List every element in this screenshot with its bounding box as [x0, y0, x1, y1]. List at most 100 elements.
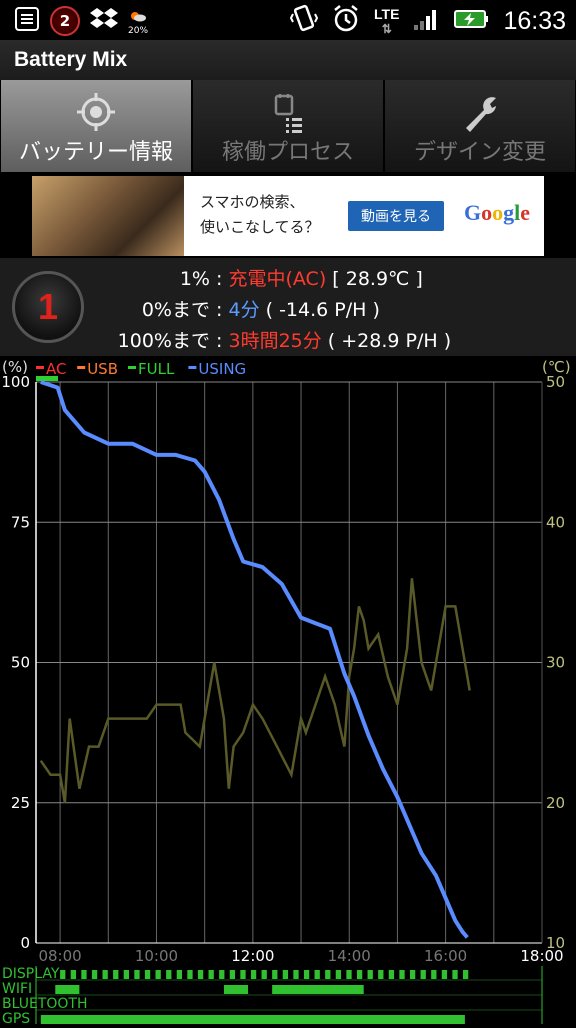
status-bar-right: LTE ⇅ 16:33 [289, 4, 566, 38]
app-title: Battery Mix [14, 48, 128, 71]
ad-banner[interactable]: スマホの検索、 使いこなしてる？ 動画を見る Google [32, 176, 544, 256]
track-segment [261, 970, 267, 979]
track-segment [388, 970, 395, 979]
network-type: LTE ⇅ [374, 7, 399, 36]
legend-swatch [128, 366, 136, 369]
track-segment [325, 970, 331, 979]
track-segment [223, 985, 249, 994]
legend-swatch [77, 366, 86, 369]
info-row-empty: 0%まで : 4分 ( -14.6 P/H ) [0, 295, 576, 322]
track-segment [81, 970, 87, 979]
wrench-icon [458, 90, 502, 134]
track-segment [356, 970, 363, 979]
y-left-tick-label: 100 [1, 373, 30, 391]
data-arrows-icon: ⇅ [381, 21, 392, 36]
x-tick-label: 08:00 [38, 947, 81, 965]
signal-icon [413, 7, 439, 35]
legend-item: USB [87, 360, 118, 378]
track-segment [60, 970, 66, 979]
track-segment [441, 970, 448, 979]
track-segment [399, 970, 405, 979]
temperature-line [39, 578, 471, 804]
track-segment [335, 970, 342, 979]
ad-text-line1: スマホの検索、 [200, 193, 305, 211]
x-tick-label: 18:00 [520, 947, 563, 965]
track-segment [240, 970, 246, 979]
time-to-empty-value: 4分 [228, 299, 260, 321]
x-tick-label: 12:00 [231, 947, 274, 965]
track-segment [303, 970, 310, 979]
y-left-tick-label: 75 [11, 513, 30, 531]
crosshair-icon [74, 90, 118, 134]
ad-photo [32, 176, 184, 256]
track-label: WIFI [2, 981, 32, 997]
weather-icon: 20% [128, 7, 148, 36]
row3-separator: : [210, 330, 229, 352]
track-segment [367, 970, 373, 979]
track-segment [314, 970, 320, 979]
alarm-icon [332, 4, 360, 38]
track-segment [102, 970, 108, 979]
process-list-icon [266, 90, 310, 134]
track-segment [113, 970, 119, 979]
time-to-full-label: 100%まで [117, 330, 210, 352]
charging-status: 充電中(AC) [228, 268, 327, 290]
track-segment [123, 970, 130, 979]
track-segment [176, 970, 183, 979]
row1-separator: : [210, 268, 229, 290]
tab-bar: バッテリー情報 稼働プロセス デザイン変更 [0, 80, 576, 172]
time-to-empty-label: 0%まで [141, 299, 210, 321]
discharge-rate: ( -14.6 P/H ) [259, 299, 380, 321]
y-left-tick-label: 25 [11, 794, 30, 812]
tab-design[interactable]: デザイン変更 [385, 80, 575, 172]
current-level-label: 1% [179, 268, 210, 290]
track-segment [272, 985, 364, 994]
status-bar-left: 2 20% [14, 6, 148, 36]
notification-count-badge: 2 [50, 6, 80, 36]
track-segment [70, 970, 76, 979]
track-segment [144, 970, 151, 979]
tab-battery-info[interactable]: バッテリー情報 [1, 80, 191, 172]
battery-level-line [40, 380, 469, 939]
status-clock: 16:33 [503, 6, 566, 35]
x-tick-label: 10:00 [135, 947, 178, 965]
app-bar: Battery Mix [0, 40, 576, 80]
legend-item: FULL [138, 360, 175, 378]
x-tick-label: 14:00 [328, 947, 371, 965]
track-segment [55, 985, 80, 994]
vibrate-icon [289, 4, 319, 38]
ad-watch-video-button[interactable]: 動画を見る [348, 201, 444, 231]
battery-history-chart: (%) (℃) AC USB FULL USING 0 25 50 75 100 10 20 30 40 50… [0, 356, 576, 1027]
track-segment [272, 970, 278, 979]
ad-text-line2: 使いこなしてる？ [200, 218, 320, 236]
track-segment [452, 970, 458, 979]
track-segment [40, 1015, 465, 1024]
track-segment [197, 970, 204, 979]
y-right-tick-label: 20 [546, 794, 565, 812]
status-bar: 2 20% LTE ⇅ 16:33 [0, 0, 576, 40]
battery-charging-icon [453, 9, 489, 33]
legend-swatch [188, 366, 197, 369]
y-left-tick-label: 0 [20, 934, 30, 952]
track-segment [208, 970, 214, 979]
x-tick-label: 16:00 [424, 947, 467, 965]
y-right-tick-label: 40 [546, 513, 565, 531]
dropbox-icon [90, 6, 118, 36]
track-segment [431, 970, 437, 979]
network-label: LTE [374, 5, 400, 22]
track-segment [250, 970, 257, 979]
track-segment [462, 970, 469, 979]
tab-processes-label: 稼働プロセス [221, 140, 354, 165]
full-indicator [36, 376, 58, 381]
y-left-tick-label: 50 [11, 654, 30, 672]
legend-item: AC [46, 360, 66, 378]
google-logo: Google [464, 200, 531, 225]
track-segment [293, 970, 299, 979]
track-segment [229, 970, 236, 979]
weather-percent: 20% [128, 25, 149, 36]
notification-list-icon [14, 6, 40, 36]
tab-processes[interactable]: 稼働プロセス [193, 80, 383, 172]
track-segment [409, 970, 416, 979]
track-segment [219, 970, 225, 979]
track-segment [134, 970, 140, 979]
